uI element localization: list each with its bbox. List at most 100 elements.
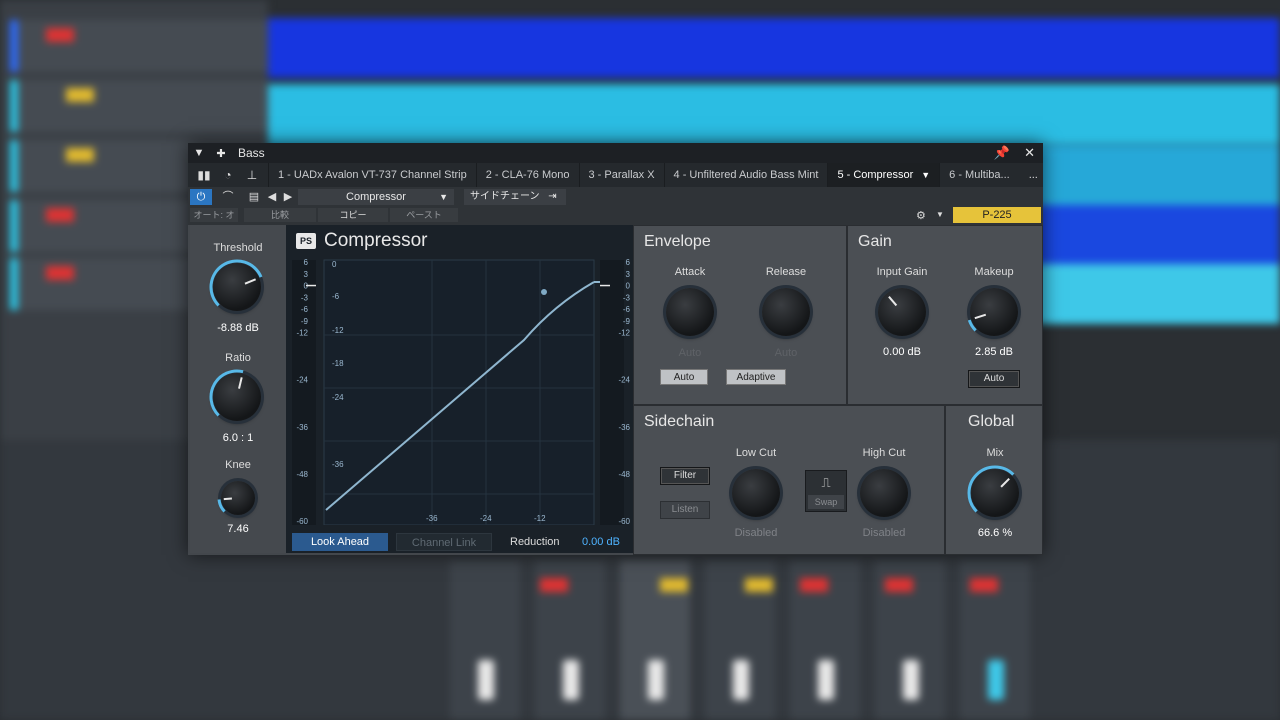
paste-button[interactable]: ペースト [390, 208, 458, 222]
sidechain-input-icon: ⇥ [548, 191, 557, 202]
input-gain-knob[interactable] [878, 288, 926, 336]
sidechain-title: Sidechain [644, 413, 715, 430]
tab-plugin-1[interactable]: 1 - UADx Avalon VT-737 Channel Strip [268, 163, 476, 187]
attack-auto-button[interactable]: Auto [660, 369, 708, 385]
compare-button[interactable]: 比較 [244, 208, 316, 222]
more-tabs[interactable]: ... [1019, 163, 1048, 187]
makeup-auto-button[interactable]: Auto [968, 370, 1020, 388]
right-scale-label: -24 [618, 376, 630, 385]
x-axis-label: -12 [534, 514, 546, 523]
close-icon[interactable]: ✕ [1024, 145, 1035, 161]
knob-value-ring [967, 319, 977, 332]
solo-button [660, 578, 688, 592]
fader [733, 660, 749, 700]
global-panel: Global Mix 66.6 % [945, 405, 1043, 555]
mix-label: Mix [986, 447, 1004, 459]
right-scale-label: -36 [618, 423, 630, 432]
knob-value-ring [209, 369, 244, 417]
left-scale-label: -24 [296, 376, 308, 385]
track-header [10, 80, 268, 132]
makeup-value: 2.85 dB [975, 346, 1013, 358]
gear-icon[interactable]: ⚙ [916, 209, 926, 222]
right-scale-label: 0 [626, 282, 631, 291]
add-icon[interactable]: ✚ [210, 147, 232, 160]
output-meter [600, 260, 624, 525]
transfer-curve-graph[interactable]: 6 6 3 3 0 0 -3 -3 -6 -6 -9 -9 -12 -12 -24 -24 -36 -36 -48 -… [286, 225, 633, 525]
global-title: Global [968, 413, 1015, 430]
copy-button[interactable]: コピー [318, 208, 388, 222]
knee-knob[interactable] [217, 481, 255, 515]
record-button [800, 578, 828, 592]
ratio-knob[interactable] [209, 369, 261, 421]
auto-off-button[interactable]: オート: オフ [190, 208, 238, 234]
routing-icon[interactable]: ⊥ [242, 168, 262, 182]
release-auto-label: Auto [774, 347, 798, 359]
window-titlebar: ▼ ✚ Bass 📌 ✕ [188, 143, 1043, 163]
next-preset-icon[interactable]: ▶ [278, 189, 298, 205]
attack-auto-label: Auto [678, 347, 702, 359]
right-scale-label: 6 [626, 258, 631, 267]
automation-icon[interactable]: ⌒ [218, 189, 238, 205]
low-cut-knob[interactable] [732, 469, 780, 517]
high-cut-label: High Cut [862, 447, 906, 459]
sidechain-button[interactable]: サイドチェーン ⇥ [464, 189, 566, 205]
tab-plugin-4[interactable]: 4 - Unfiltered Audio Bass Mint [663, 163, 828, 187]
y-axis-label: -24 [332, 393, 344, 402]
attack-knob[interactable] [666, 288, 714, 336]
preset-selector[interactable]: Compressor ▼ [298, 189, 454, 205]
fader [818, 660, 834, 700]
chevron-down-icon[interactable]: ▼ [921, 170, 930, 180]
knob-pointer [244, 278, 257, 285]
pin-icon[interactable]: 📌 [994, 145, 1010, 161]
swap-button[interactable]: Swap [808, 495, 844, 509]
release-adaptive-button[interactable]: Adaptive [726, 369, 786, 385]
record-button [46, 208, 74, 222]
tab-plugin-3[interactable]: 3 - Parallax X [578, 163, 664, 187]
sidechain-listen-button[interactable]: Listen [660, 501, 710, 519]
left-scale-label: 3 [304, 270, 309, 279]
x-axis-label: -24 [480, 514, 492, 523]
release-label: Release [765, 266, 807, 278]
chevron-down-icon[interactable]: ▼ [936, 210, 944, 219]
tab-plugin-2[interactable]: 2 - CLA-76 Mono [475, 163, 579, 187]
look-ahead-button[interactable]: Look Ahead [292, 533, 388, 551]
left-scale-label: -36 [296, 423, 308, 432]
menu-triangle-icon[interactable]: ▼ [188, 147, 210, 159]
y-axis-label: -18 [332, 359, 344, 368]
mix-knob[interactable] [967, 465, 1019, 517]
makeup-knob[interactable] [967, 288, 1018, 336]
sidechain-panel: Sidechain Filter Listen Low Cut Disabled… [633, 405, 945, 555]
threshold-knob[interactable] [209, 259, 263, 311]
tab-plugin-5[interactable]: 5 - Compressor ▼ [827, 163, 940, 187]
attack-label: Attack [674, 266, 706, 278]
plugin-toolbar: ⏻ ⌒ ▤ ◀ ▶ Compressor▼ サイドチェーン ⇥ オート: オフ … [188, 187, 1043, 234]
channel-link-button[interactable]: Channel Link [396, 533, 492, 551]
mixer-view-icon[interactable]: ▮▮ [194, 168, 214, 182]
tab-plugin-6[interactable]: 6 - Multiba... [939, 163, 1019, 187]
dial-icon[interactable]: ◔ [218, 168, 238, 182]
knob-pointer [223, 497, 232, 501]
fader [478, 660, 494, 700]
left-scale-label: -3 [301, 293, 309, 302]
knob-value-ring [209, 259, 263, 307]
threshold-value: -8.88 dB [217, 322, 259, 334]
right-scale-label: -3 [623, 293, 631, 302]
high-cut-knob[interactable] [860, 469, 908, 517]
swap-control[interactable]: ⎍ Swap [805, 470, 847, 512]
left-scale-label: -9 [301, 317, 309, 326]
release-knob[interactable] [762, 288, 810, 336]
sidechain-filter-button[interactable]: Filter [660, 467, 710, 485]
right-scale-label: -60 [618, 517, 630, 525]
ratio-value: 6.0 : 1 [222, 432, 254, 444]
gain-title: Gain [858, 233, 892, 250]
mix-value: 66.6 % [977, 527, 1013, 539]
left-scale-label: -60 [296, 517, 308, 525]
save-icon[interactable]: ▤ [244, 189, 264, 205]
high-cut-value: Disabled [862, 527, 906, 539]
power-button[interactable]: ⏻ [190, 189, 212, 205]
reduction-value: 0.00 dB [582, 536, 620, 548]
compressor-graph-panel: PS Compressor 6 6 3 3 0 0 -3 -3 -6 -6 -9 -9 -12 -12 -2… [286, 225, 633, 553]
knob-pointer [238, 377, 243, 389]
knee-value: 7.46 [227, 523, 249, 535]
solo-button [66, 88, 94, 102]
